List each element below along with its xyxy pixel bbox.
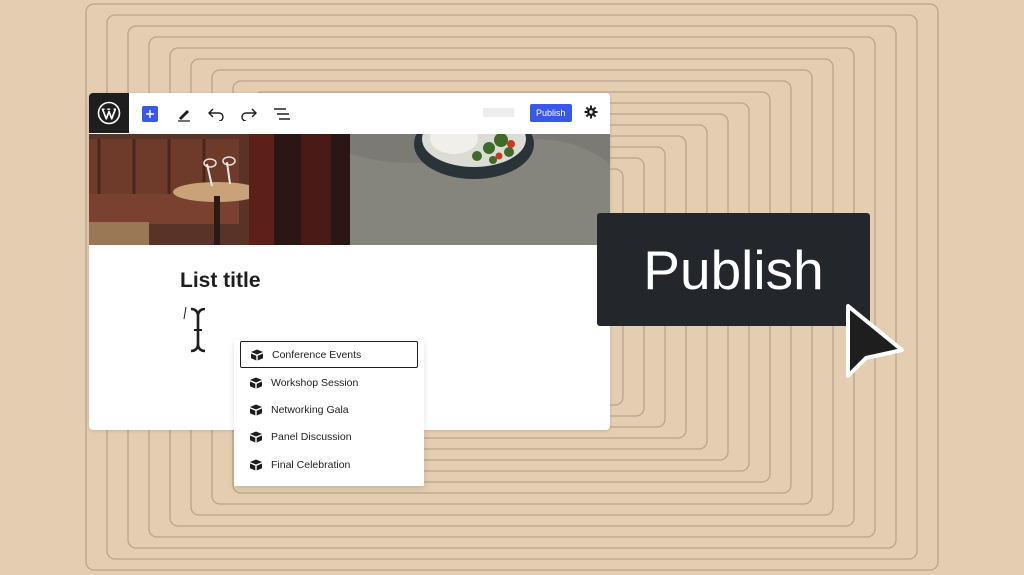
list-item[interactable]: Panel Discussion xyxy=(240,423,418,450)
list-item-label: Panel Discussion xyxy=(271,430,352,443)
toolbar-placeholder xyxy=(483,108,514,117)
wordpress-icon xyxy=(97,101,121,125)
list-item-label: Workshop Session xyxy=(271,376,359,389)
block-icon xyxy=(250,404,262,415)
mouse-pointer-icon xyxy=(846,304,904,378)
add-block-button[interactable] xyxy=(142,106,158,122)
block-icon xyxy=(250,431,262,442)
block-icon xyxy=(250,459,262,470)
list-item[interactable]: Workshop Session xyxy=(240,369,418,396)
list-item-label: Conference Events xyxy=(272,348,362,361)
plus-icon xyxy=(146,110,154,118)
text-cursor-icon xyxy=(183,306,206,353)
block-icon xyxy=(251,349,263,360)
restaurant-image xyxy=(89,134,610,245)
publish-callout-button[interactable]: Publish xyxy=(597,213,870,326)
publish-button[interactable]: Publish xyxy=(530,104,572,122)
undo-button[interactable] xyxy=(204,102,228,126)
list-item-label: Networking Gala xyxy=(271,403,349,416)
redo-icon xyxy=(241,108,257,121)
undo-icon xyxy=(208,108,224,121)
list-item[interactable]: Final Celebration xyxy=(240,451,418,478)
gear-icon[interactable] xyxy=(584,105,598,119)
list-item[interactable]: Conference Events xyxy=(240,341,418,368)
list-item[interactable]: Networking Gala xyxy=(240,396,418,423)
pencil-icon xyxy=(178,110,190,122)
list-title[interactable]: List title xyxy=(180,269,261,293)
list-view-button[interactable] xyxy=(270,102,294,126)
list-view-icon xyxy=(274,108,290,120)
edit-tool-button[interactable] xyxy=(172,102,196,126)
block-icon xyxy=(250,377,262,388)
redo-button[interactable] xyxy=(237,102,261,126)
block-suggestion-dropdown: Conference Events Workshop Session Netwo… xyxy=(234,340,424,486)
wordpress-logo[interactable] xyxy=(89,93,129,133)
list-item-label: Final Celebration xyxy=(271,458,351,471)
editor-toolbar: Publish xyxy=(89,93,610,135)
